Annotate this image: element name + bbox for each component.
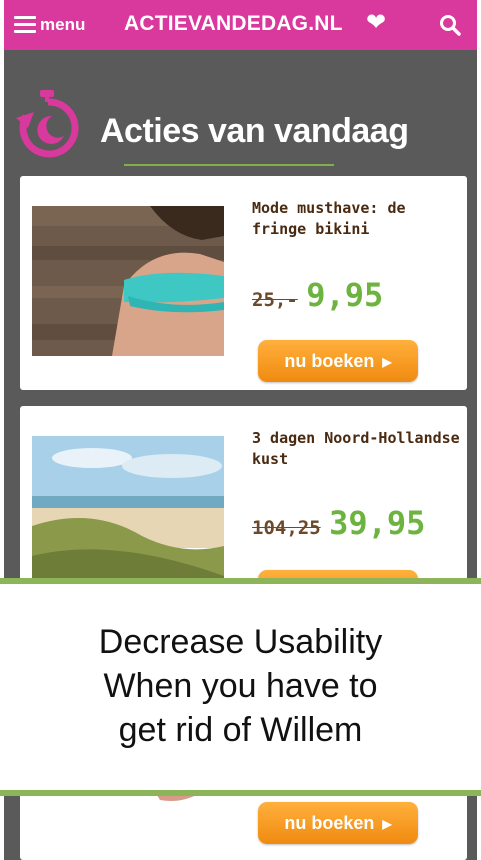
hamburger-menu-icon[interactable] xyxy=(14,16,36,34)
caption-overlay: Decrease Usability When you have to get … xyxy=(0,578,481,796)
play-arrow-icon: ▶ xyxy=(382,817,392,831)
book-now-button[interactable]: nu boeken ▶ xyxy=(258,340,418,382)
heart-icon[interactable]: ❤ xyxy=(366,11,386,35)
caption-line: When you have to xyxy=(103,667,378,705)
search-icon[interactable] xyxy=(439,14,461,36)
title-divider xyxy=(124,164,334,166)
bikini-deal-image xyxy=(32,206,224,356)
price-row: 104,25 39,95 xyxy=(252,504,425,542)
menu-button-label[interactable]: menu xyxy=(40,15,85,35)
price-row: 25,- 9,95 xyxy=(252,276,383,314)
top-nav-bar: menu ACTIEVANDEDAG.NL ❤ xyxy=(4,0,477,50)
play-arrow-icon: ▶ xyxy=(382,355,392,369)
stopwatch-moon-icon xyxy=(16,90,79,158)
caption-line: Decrease Usability xyxy=(98,623,383,661)
deal-card[interactable]: 3 dagen Noord-Hollandse kust 104,25 39,9… xyxy=(20,406,467,606)
book-now-label: nu boeken xyxy=(284,351,375,371)
section-title: Acties van vandaag xyxy=(100,112,409,150)
new-price: 9,95 xyxy=(306,276,384,314)
new-price: 39,95 xyxy=(329,504,426,542)
deal-title[interactable]: Mode musthave: de fringe bikini xyxy=(252,198,462,240)
site-logo-title[interactable]: ACTIEVANDEDAG.NL xyxy=(124,12,343,36)
deal-title[interactable]: 3 dagen Noord-Hollandse kust xyxy=(252,428,462,470)
caption-text: Decrease Usability When you have to get … xyxy=(0,620,481,752)
old-price: 104,25 xyxy=(252,517,321,539)
book-now-button[interactable]: nu boeken ▶ xyxy=(258,802,418,844)
old-price: 25,- xyxy=(252,289,298,311)
deal-card[interactable]: Mode musthave: de fringe bikini 25,- 9,9… xyxy=(20,176,467,390)
book-now-label: nu boeken xyxy=(284,813,375,833)
caption-line: get rid of Willem xyxy=(118,711,363,749)
